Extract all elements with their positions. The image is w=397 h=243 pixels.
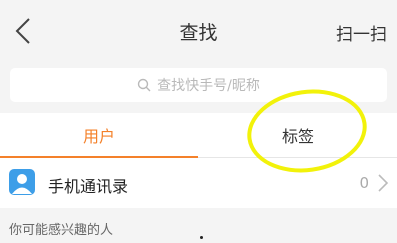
- chevron-left-icon: [15, 18, 30, 44]
- tab-bar: 用户 标签: [0, 113, 397, 158]
- tab-users-label: 用户: [82, 127, 115, 146]
- tab-tags-label: 标签: [281, 127, 314, 146]
- top-bar: 查找 扫一扫: [0, 0, 397, 62]
- phone-contacts-row[interactable]: 手机通讯录 0: [0, 158, 397, 208]
- chevron-right-icon: [378, 174, 389, 192]
- back-button[interactable]: [8, 14, 38, 48]
- scan-button[interactable]: 扫一扫: [336, 20, 387, 45]
- search-icon: [137, 78, 151, 92]
- search-input[interactable]: 查找快手号/昵称: [10, 68, 387, 102]
- tab-users[interactable]: 用户: [0, 113, 198, 158]
- contacts-count: 0: [359, 174, 369, 192]
- search-placeholder: 查找快手号/昵称: [157, 78, 260, 94]
- tab-tags[interactable]: 标签: [199, 113, 397, 157]
- cursor-dot: [200, 236, 203, 239]
- contacts-icon: [9, 169, 35, 195]
- contacts-label: 手机通讯录: [48, 177, 129, 196]
- suggestions-heading: 你可能感兴趣的人: [9, 223, 114, 238]
